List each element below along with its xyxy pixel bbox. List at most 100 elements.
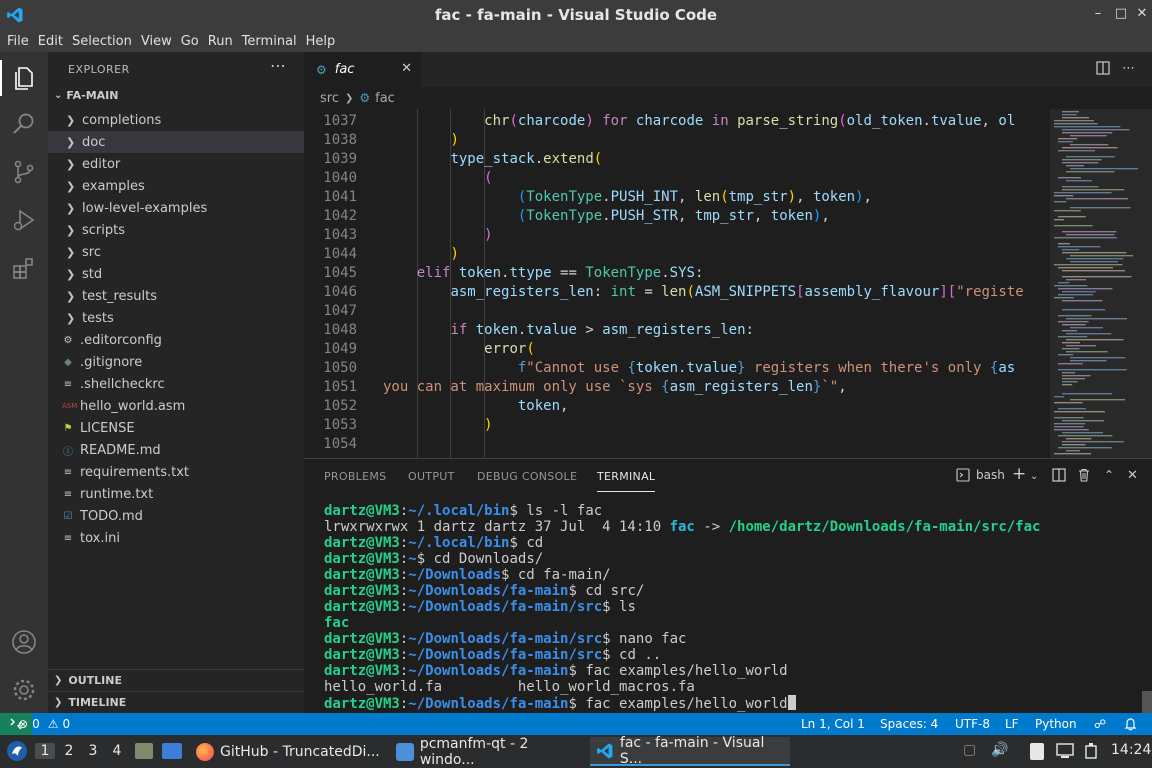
folder-tests[interactable]: ❯ tests (48, 307, 304, 329)
workspace-3[interactable]: 3 (83, 743, 103, 759)
keyboard-tray-icon[interactable]: ▢ (963, 742, 976, 758)
line-number: 1054 (323, 436, 357, 452)
cursor-position[interactable]: Ln 1, Col 1 (801, 717, 865, 731)
folder-completions[interactable]: ❯ completions (48, 109, 304, 131)
line-number: 1047 (323, 303, 357, 319)
file-readme[interactable]: ⓘ README.md (48, 439, 304, 461)
menu-file[interactable]: File (0, 34, 29, 49)
license-icon: ⚑ (63, 422, 73, 434)
chevron-down-icon[interactable]: ⌄ (1030, 471, 1038, 482)
workspace-2[interactable]: 2 (59, 743, 79, 759)
language-mode[interactable]: Python (1035, 717, 1077, 731)
maximize-button[interactable]: □ (1113, 6, 1129, 21)
manage-gear-icon[interactable] (10, 676, 38, 704)
tab-output[interactable]: OUTPUT (408, 470, 455, 483)
more-actions-icon[interactable]: ⋯ (1122, 61, 1135, 76)
tab-terminal[interactable]: TERMINAL (597, 470, 656, 492)
terminal-scrollbar[interactable] (1142, 691, 1152, 713)
tab-problems[interactable]: PROBLEMS (324, 470, 386, 483)
chevron-right-icon: ❯ (66, 113, 76, 127)
file-gitignore[interactable]: ◆ .gitignore (48, 351, 304, 373)
encoding[interactable]: UTF-8 (955, 717, 990, 731)
feedback-icon[interactable]: ☍ (1094, 717, 1106, 731)
breadcrumb-folder[interactable]: src (320, 91, 339, 106)
tab-fac[interactable]: ⚙ fac ✕ (304, 52, 422, 87)
maximize-panel-chevron-up-icon[interactable]: ⌃ (1104, 468, 1114, 482)
code-line: type_stack.extend( (450, 151, 603, 167)
accounts-icon[interactable] (10, 628, 38, 656)
folder-examples[interactable]: ❯ examples (48, 175, 304, 197)
close-window-button[interactable]: ✕ (1134, 6, 1150, 21)
trash-icon[interactable] (1077, 468, 1091, 486)
code-editor[interactable]: 1037 1038 1039 1040 1041 1042 1043 1044 … (304, 109, 1152, 458)
close-panel-icon[interactable]: ✕ (1127, 468, 1138, 483)
file-runtime[interactable]: ≡ runtime.txt (48, 483, 304, 505)
explorer-more-button[interactable]: ⋯ (270, 56, 286, 75)
file-manager-launcher-icon[interactable] (135, 743, 153, 759)
workspace-1[interactable]: 1 (35, 743, 55, 759)
menu-run[interactable]: Run (201, 34, 233, 49)
timeline-section[interactable]: ❯ TIMELINE (48, 691, 304, 713)
menu-edit[interactable]: Edit (31, 34, 63, 49)
problems-indicator[interactable]: ⊗ 0 ⚠ 0 (18, 717, 70, 731)
file-shellcheckrc[interactable]: ≡ .shellcheckrc (48, 373, 304, 395)
minimap[interactable] (1050, 109, 1152, 458)
outline-section[interactable]: ❯ OUTLINE (48, 669, 304, 691)
file-tox-ini[interactable]: ≡ tox.ini (48, 527, 304, 549)
status-bar: ⊗ 0 ⚠ 0 Ln 1, Col 1 Spaces: 4 UTF-8 LF P… (0, 713, 1152, 735)
volume-icon[interactable]: 🔊 (991, 742, 1008, 758)
indentation[interactable]: Spaces: 4 (880, 717, 938, 731)
menu-view[interactable]: View (134, 34, 172, 49)
split-terminal-icon[interactable] (1052, 468, 1066, 486)
start-menu-icon[interactable] (6, 740, 28, 766)
minimap-slider[interactable] (1050, 109, 1152, 458)
clipboard-icon[interactable] (1030, 743, 1044, 760)
panel-tab-bar: PROBLEMS OUTPUT DEBUG CONSOLE TERMINAL b… (304, 459, 1152, 495)
menu-selection[interactable]: Selection (65, 34, 132, 49)
file-todo[interactable]: ☑ TODO.md (48, 505, 304, 527)
task-firefox[interactable]: GitHub - TruncatedDi... (190, 737, 380, 766)
tab-debug-console[interactable]: DEBUG CONSOLE (477, 470, 577, 483)
source-control-icon[interactable] (10, 158, 38, 186)
new-terminal-plus-icon[interactable]: + (1012, 464, 1026, 484)
folder-low-level-examples[interactable]: ❯ low-level-examples (48, 197, 304, 219)
network-icon[interactable] (1055, 742, 1075, 764)
folder-src[interactable]: ❯ src (48, 241, 304, 263)
title-bar: fac - fa-main - Visual Studio Code – □ ✕ (0, 0, 1152, 30)
breadcrumb-file[interactable]: fac (375, 91, 395, 106)
terminal-output[interactable]: dartz@VM3:~/.local/bin$ ls -l fac lrwxrwx… (324, 503, 1040, 712)
bell-icon[interactable] (1124, 717, 1137, 734)
power-icon[interactable] (1083, 742, 1099, 764)
task-pcmanfm[interactable]: pcmanfm-qt - 2 windo... (390, 736, 586, 768)
menu-go[interactable]: Go (174, 34, 199, 49)
folder-editor[interactable]: ❯ editor (48, 153, 304, 175)
git-icon: ◆ (64, 356, 72, 368)
close-tab-button[interactable]: ✕ (401, 61, 412, 76)
gear-file-icon: ⚙ (359, 91, 371, 105)
extensions-icon[interactable] (10, 254, 38, 282)
minimize-button[interactable]: – (1090, 6, 1106, 21)
folder-std[interactable]: ❯ std (48, 263, 304, 285)
show-desktop-icon[interactable] (162, 743, 182, 759)
workspace-4[interactable]: 4 (107, 743, 127, 759)
task-vscode[interactable]: fac - fa-main - Visual S... (590, 735, 790, 767)
folder-scripts[interactable]: ❯ scripts (48, 219, 304, 241)
file-editorconfig[interactable]: ⚙ .editorconfig (48, 329, 304, 351)
workspace-root[interactable]: ⌄ FA-MAIN (52, 89, 118, 102)
code-line: (TokenType.PUSH_STR, tmp_str, token), (517, 208, 830, 224)
file-requirements[interactable]: ≡ requirements.txt (48, 461, 304, 483)
file-license[interactable]: ⚑ LICENSE (48, 417, 304, 439)
terminal-shell-selector[interactable]: bash (956, 468, 1005, 482)
menu-terminal[interactable]: Terminal (235, 34, 297, 49)
run-debug-icon[interactable] (10, 206, 38, 234)
menu-help[interactable]: Help (299, 34, 336, 49)
folder-doc[interactable]: ❯ doc (48, 131, 304, 153)
line-number: 1049 (323, 341, 357, 357)
chevron-down-icon: ⌄ (54, 90, 63, 101)
search-icon[interactable] (10, 110, 38, 138)
split-editor-icon[interactable] (1096, 61, 1110, 79)
explorer-icon[interactable] (10, 64, 38, 92)
file-hello-world-asm[interactable]: ASM hello_world.asm (48, 395, 304, 417)
end-of-line[interactable]: LF (1005, 717, 1019, 731)
folder-test-results[interactable]: ❯ test_results (48, 285, 304, 307)
